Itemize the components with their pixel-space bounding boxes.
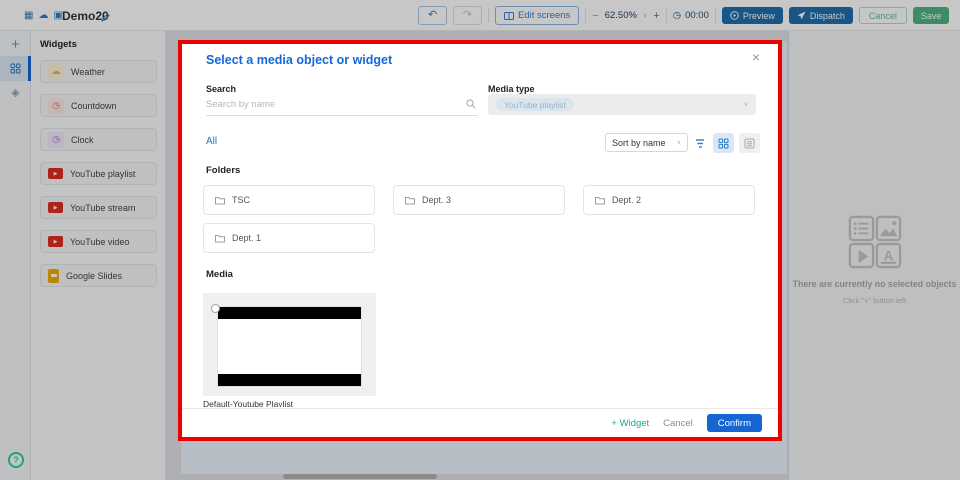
search-input[interactable]	[206, 95, 460, 115]
folders-section-title: Folders	[206, 165, 240, 176]
thumbnail-bar-bottom	[218, 374, 361, 386]
chevron-down-icon: ∨	[744, 101, 748, 108]
folder-icon	[595, 196, 605, 205]
modal-cancel-button[interactable]: Cancel	[663, 418, 693, 429]
chevron-down-icon: ∨	[677, 139, 681, 146]
grid-view-icon	[718, 138, 729, 149]
folder-card-dept-1[interactable]: Dept. 1	[203, 223, 375, 253]
list-view-toggle[interactable]	[739, 133, 760, 153]
sort-select[interactable]: Sort by name ∨	[605, 133, 688, 152]
add-widget-button[interactable]: + Widget	[611, 418, 649, 429]
media-thumbnail	[217, 306, 362, 387]
folder-card-dept-3[interactable]: Dept. 3	[393, 185, 565, 215]
select-media-modal: Select a media object or widget × Search…	[178, 40, 782, 441]
sort-order-button[interactable]	[695, 136, 705, 154]
media-type-label: Media type	[488, 84, 535, 94]
search-label: Search	[206, 84, 236, 94]
folder-card-tsc[interactable]: TSC	[203, 185, 375, 215]
search-field	[206, 94, 478, 116]
media-type-chip: YouTube playlist	[496, 98, 574, 111]
app-root: ▦ ☁ ▣ Demo20 ↶ ↷ Edit screens − 62.50% ∨…	[0, 0, 960, 480]
media-item-name: Default-Youtube Playlist	[203, 399, 376, 407]
list-view-icon	[744, 138, 755, 149]
grid-view-toggle[interactable]	[713, 133, 734, 153]
search-icon	[466, 99, 476, 109]
confirm-button[interactable]: Confirm	[707, 414, 762, 432]
folder-icon	[405, 196, 415, 205]
media-radio[interactable]	[211, 304, 220, 313]
media-section-title: Media	[206, 269, 233, 280]
folder-card-dept-2[interactable]: Dept. 2	[583, 185, 755, 215]
folder-icon	[215, 234, 225, 243]
filter-all-link[interactable]: All	[206, 136, 217, 147]
media-item-card[interactable]	[203, 293, 376, 396]
media-type-select[interactable]: YouTube playlist ∨	[488, 94, 756, 115]
modal-title: Select a media object or widget	[206, 53, 392, 67]
close-icon[interactable]: ×	[752, 49, 760, 65]
thumbnail-bar-top	[218, 307, 361, 319]
folder-icon	[215, 196, 225, 205]
modal-footer: + Widget Cancel Confirm	[182, 408, 778, 437]
